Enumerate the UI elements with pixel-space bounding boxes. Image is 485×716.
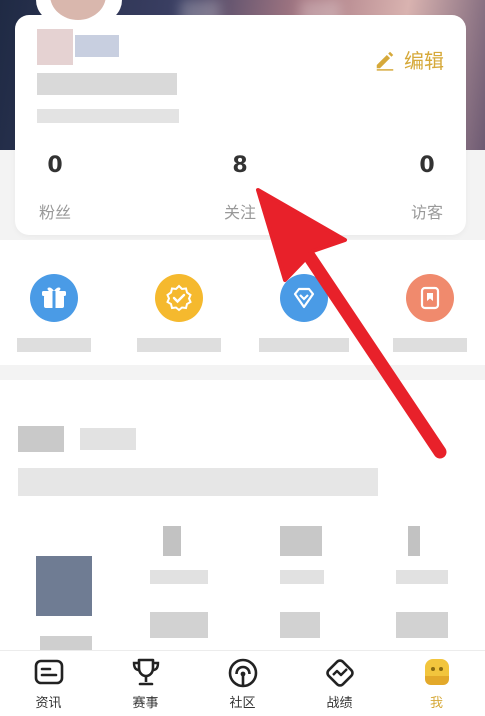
verified-badge-icon [155,274,203,322]
blurred-stat-value [163,526,181,556]
gift-icon [30,274,78,322]
blurred-section-title [80,428,136,450]
followers-label: 粉丝 [38,203,71,222]
blurred-stat-value [150,612,208,638]
tab-label: 资讯 [35,696,62,711]
tab-label: 社区 [229,696,256,711]
followers-stat[interactable]: 0 粉丝 [15,153,95,223]
blurred-feature-label [137,338,221,352]
blurred-stat-label [280,570,324,584]
avatar-face [50,0,106,20]
blurred-section-subtitle [18,468,378,496]
stats-icon [325,659,354,687]
section-divider [0,365,485,380]
diamond-icon [280,274,328,322]
blurred-stat-value [408,526,420,556]
blurred-hero-image [36,556,92,616]
blurred-feature-label [17,338,91,352]
edit-label: 编辑 [404,49,444,73]
following-stat[interactable]: 8 关注 [200,153,280,223]
game-record-section [0,380,485,650]
visitors-stat[interactable]: 0 访客 [387,153,467,223]
blurred-stat-value [396,612,448,638]
blurred-user-id [37,109,179,123]
visitors-label: 访客 [410,203,443,222]
edit-profile-button[interactable]: 编辑 [374,45,444,74]
blurred-nickname [37,73,177,95]
blurred-section-title [18,426,64,452]
trophy-icon [132,658,159,686]
blurred-stat-value [280,612,320,638]
bottom-tab-bar: 资讯 赛事 社区 战绩 我 [0,650,485,716]
tab-news[interactable]: 资讯 [0,651,97,716]
avatar[interactable] [36,0,122,22]
blurred-feature-label [393,338,467,352]
blurred-level-badge [37,29,73,65]
feature-diamond[interactable] [254,274,354,352]
blurred-stat-value [280,526,322,556]
tab-matches[interactable]: 赛事 [97,651,194,716]
tab-community[interactable]: 社区 [194,651,291,716]
feature-gift[interactable] [4,274,104,352]
blurred-feature-label [259,338,349,352]
feature-verified[interactable] [129,274,229,352]
blurred-stat-label [150,570,208,584]
feature-bookmark[interactable] [380,274,480,352]
bookmark-icon [406,274,454,322]
feature-row [0,240,485,365]
profile-card: 编辑 0 粉丝 8 关注 0 访客 [15,15,466,235]
news-icon [34,659,63,685]
tab-me[interactable]: 我 [388,651,485,716]
tab-label: 赛事 [132,696,159,711]
following-count: 8 [232,153,248,178]
blurred-stat-label [396,570,448,584]
tab-label: 我 [429,696,443,711]
following-label: 关注 [223,203,256,222]
profile-icon [424,659,449,685]
blurred-hero-name [40,636,92,650]
community-icon [228,658,257,688]
visitors-count: 0 [419,153,435,178]
followers-count: 0 [47,153,63,178]
blurred-badge [75,35,119,57]
pencil-icon [376,51,394,71]
tab-records[interactable]: 战绩 [291,651,388,716]
tab-label: 战绩 [326,696,353,711]
